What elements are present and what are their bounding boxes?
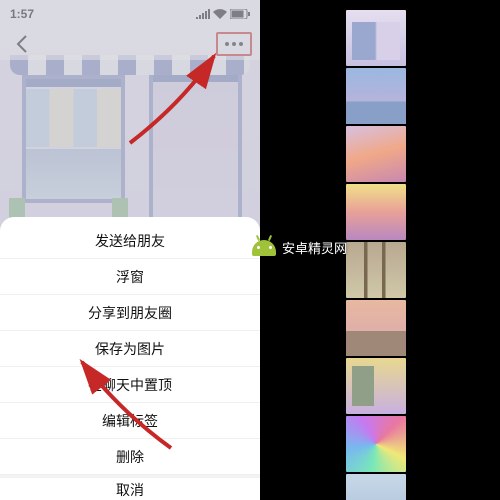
- sheet-item-label: 浮窗: [116, 267, 144, 287]
- thumbnail[interactable]: [346, 10, 406, 66]
- sheet-item-send-to-friend[interactable]: 发送给朋友: [0, 223, 260, 259]
- thumbnail[interactable]: [346, 358, 406, 414]
- sheet-item-label: 分享到朋友圈: [88, 303, 172, 323]
- sheet-item-label: 编辑标签: [102, 411, 158, 431]
- thumbnail[interactable]: [346, 242, 406, 298]
- thumbnail[interactable]: [346, 184, 406, 240]
- thumbnail[interactable]: [346, 300, 406, 356]
- sheet-item-label: 在聊天中置顶: [88, 375, 172, 395]
- sheet-item-pin-in-chat[interactable]: 在聊天中置顶: [0, 367, 260, 403]
- sheet-item-label: 发送给朋友: [95, 231, 165, 251]
- sheet-item-label: 取消: [116, 480, 144, 500]
- sheet-cancel-button[interactable]: 取消: [0, 478, 260, 500]
- thumbnail[interactable]: [346, 68, 406, 124]
- sheet-item-floating-window[interactable]: 浮窗: [0, 259, 260, 295]
- sheet-item-share-moments[interactable]: 分享到朋友圈: [0, 295, 260, 331]
- sheet-item-label: 删除: [116, 447, 144, 467]
- thumbnail[interactable]: [346, 416, 406, 472]
- phone-screenshot-left: 1:57 发送给朋友 浮窗 分享到朋友圈 保存为图片 在聊天中置顶 编辑标签 删…: [0, 0, 260, 500]
- thumbnail[interactable]: [346, 126, 406, 182]
- android-icon: [252, 240, 276, 256]
- thumbnail[interactable]: [346, 474, 406, 500]
- thumbnail-strip[interactable]: [346, 10, 406, 500]
- sheet-item-delete[interactable]: 删除: [0, 439, 260, 475]
- sheet-item-edit-tags[interactable]: 编辑标签: [0, 403, 260, 439]
- watermark: 安卓精灵网: [252, 238, 347, 257]
- sheet-item-save-as-image[interactable]: 保存为图片: [0, 331, 260, 367]
- action-sheet: 发送给朋友 浮窗 分享到朋友圈 保存为图片 在聊天中置顶 编辑标签 删除 取消: [0, 217, 260, 500]
- watermark-text: 安卓精灵网: [282, 238, 347, 257]
- sheet-item-label: 保存为图片: [95, 339, 165, 359]
